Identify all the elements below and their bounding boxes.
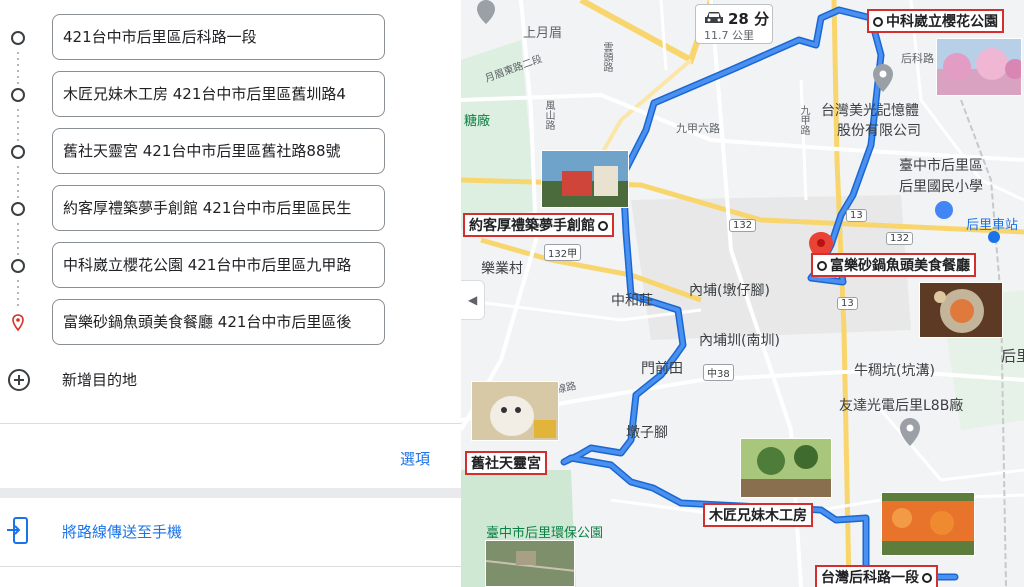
map-label: 中和莊 — [611, 293, 653, 309]
add-destination-button[interactable]: 新增目的地 — [0, 360, 461, 400]
send-to-phone-icon — [7, 517, 28, 544]
map-label: 門前田 — [641, 361, 683, 377]
stop-row: 421台中市后里區后科路一段 — [0, 14, 461, 62]
map-label: 糖廠 — [464, 114, 491, 129]
screen: 421台中市后里區后科路一段 木匠兄妹木工房 421台中市后里區舊圳路4 舊社天… — [0, 0, 1024, 587]
stop-input[interactable]: 約客厚禮築夢手創館 421台中市后里區民生 — [52, 185, 385, 231]
stop-input[interactable]: 421台中市后里區后科路一段 — [52, 14, 385, 60]
stop-input[interactable]: 富樂砂鍋魚頭美食餐廳 421台中市后里區後 — [52, 299, 385, 345]
map-label: 友達光電后里L8B廠 — [839, 398, 964, 414]
divider — [0, 566, 461, 567]
callout-label: 中科崴立櫻花公園 — [886, 14, 998, 30]
fule-callout[interactable]: 富樂砂鍋魚頭美食餐廳 — [811, 253, 976, 277]
road-sign: 13 — [837, 297, 858, 310]
stop-input[interactable]: 中科崴立櫻花公園 421台中市后里區九甲路 — [52, 242, 385, 288]
chevron-left-icon: ◀ — [468, 293, 478, 307]
fule-photo — [919, 282, 1003, 338]
yueke-photo — [541, 150, 629, 208]
options-link[interactable]: 選項 — [400, 448, 430, 469]
circle-icon[interactable] — [11, 31, 25, 45]
hoke-photo — [881, 492, 975, 556]
map-label: 臺中市后里區 — [899, 158, 983, 174]
callout-label: 木匠兄妹木工房 — [709, 508, 807, 524]
send-to-phone-label: 將路線傳送至手機 — [62, 523, 183, 541]
map-label: 內埔(墩仔腳) — [689, 283, 770, 299]
hoke-callout[interactable]: 台灣后科路一段 — [815, 565, 938, 587]
map-label: 內埔圳(南圳) — [699, 333, 780, 349]
divider — [0, 423, 461, 424]
stop-input[interactable]: 木匠兄妹木工房 421台中市后里區舊圳路4 — [52, 71, 385, 117]
car-icon — [705, 12, 723, 23]
callout-label: 台灣后科路一段 — [821, 570, 919, 586]
callout-label: 約客厚禮築夢手創館 — [469, 218, 595, 234]
tianling-callout[interactable]: 舊社天靈宮 — [465, 451, 547, 475]
circle-icon[interactable] — [11, 145, 25, 159]
circle-icon — [873, 17, 883, 27]
map-label: 風山路 — [543, 100, 554, 130]
map-label: 后里 — [1001, 347, 1024, 365]
map-label: 台灣美光記憶體 — [821, 103, 919, 119]
stop-row: 中科崴立櫻花公園 421台中市后里區九甲路 — [0, 242, 461, 290]
map-label: 后科路 — [901, 52, 934, 65]
yueke-callout[interactable]: 約客厚禮築夢手創館 — [463, 213, 614, 237]
map-label: 九甲路 — [798, 105, 809, 135]
circle-icon[interactable] — [11, 259, 25, 273]
stop-row: 舊社天靈宮 421台中市后里區舊社路88號 — [0, 128, 461, 176]
travel-distance: 11.7 公里 — [704, 29, 754, 42]
circle-icon — [598, 221, 608, 231]
map-label: 墩子腳 — [626, 425, 668, 441]
directions-panel: 421台中市后里區后科路一段 木匠兄妹木工房 421台中市后里區舊圳路4 舊社天… — [0, 0, 461, 587]
section-separator — [0, 488, 461, 498]
road-sign: 132 — [729, 219, 757, 232]
satellite-thumbnail[interactable] — [485, 540, 575, 587]
circle-icon — [817, 261, 827, 271]
callout-label: 舊社天靈宮 — [471, 456, 541, 472]
mujiang-callout[interactable]: 木匠兄妹木工房 — [703, 503, 813, 527]
callout-label: 富樂砂鍋魚頭美食餐廳 — [830, 258, 970, 274]
mujiang-photo — [740, 438, 832, 498]
road-sign: 132 — [886, 232, 914, 245]
circle-icon[interactable] — [11, 202, 25, 216]
stop-row: 富樂砂鍋魚頭美食餐廳 421台中市后里區後 — [0, 299, 461, 347]
tianling-photo — [471, 381, 559, 441]
add-destination-label: 新增目的地 — [62, 371, 138, 389]
map-label: 后里國民小學 — [899, 179, 983, 195]
map-view[interactable]: 上月眉 后科路 台灣美光記憶體 股份有限公司 臺中市后里區 后里國民小學 后里車… — [461, 0, 1024, 587]
sakura-photo — [936, 38, 1022, 96]
stop-input[interactable]: 舊社天靈宮 421台中市后里區舊社路88號 — [52, 128, 385, 174]
map-label: 牛稠坑(坑溝) — [854, 363, 935, 379]
collapse-panel-button[interactable]: ◀ — [461, 280, 485, 320]
map-label: 后里車站 — [966, 218, 1019, 233]
stop-row: 約客厚禮築夢手創館 421台中市后里區民生 — [0, 185, 461, 233]
add-circle-icon — [8, 369, 30, 391]
travel-time: 28 分 — [728, 10, 770, 28]
travel-info-card[interactable]: 28 分 11.7 公里 — [695, 4, 773, 44]
map-label: 樂業村 — [481, 261, 523, 277]
road-sign: 13 — [846, 209, 867, 222]
map-label: 股份有限公司 — [837, 123, 921, 139]
circle-icon[interactable] — [11, 88, 25, 102]
map-label: 臺中市后里環保公園 — [486, 526, 604, 541]
stop-row: 木匠兄妹木工房 421台中市后里區舊圳路4 — [0, 71, 461, 119]
road-sign: 中38 — [703, 364, 734, 381]
map-label: 九甲六路 — [676, 122, 720, 135]
red-pin-icon[interactable] — [12, 314, 24, 332]
sakura-callout[interactable]: 中科崴立櫻花公園 — [867, 9, 1004, 33]
road-sign: 132甲 — [544, 244, 582, 261]
map-label: 雲頭路 — [601, 42, 612, 72]
circle-icon — [922, 573, 932, 583]
map-label: 上月眉 — [523, 26, 563, 41]
send-to-phone-button[interactable]: 將路線傳送至手機 — [0, 498, 461, 568]
